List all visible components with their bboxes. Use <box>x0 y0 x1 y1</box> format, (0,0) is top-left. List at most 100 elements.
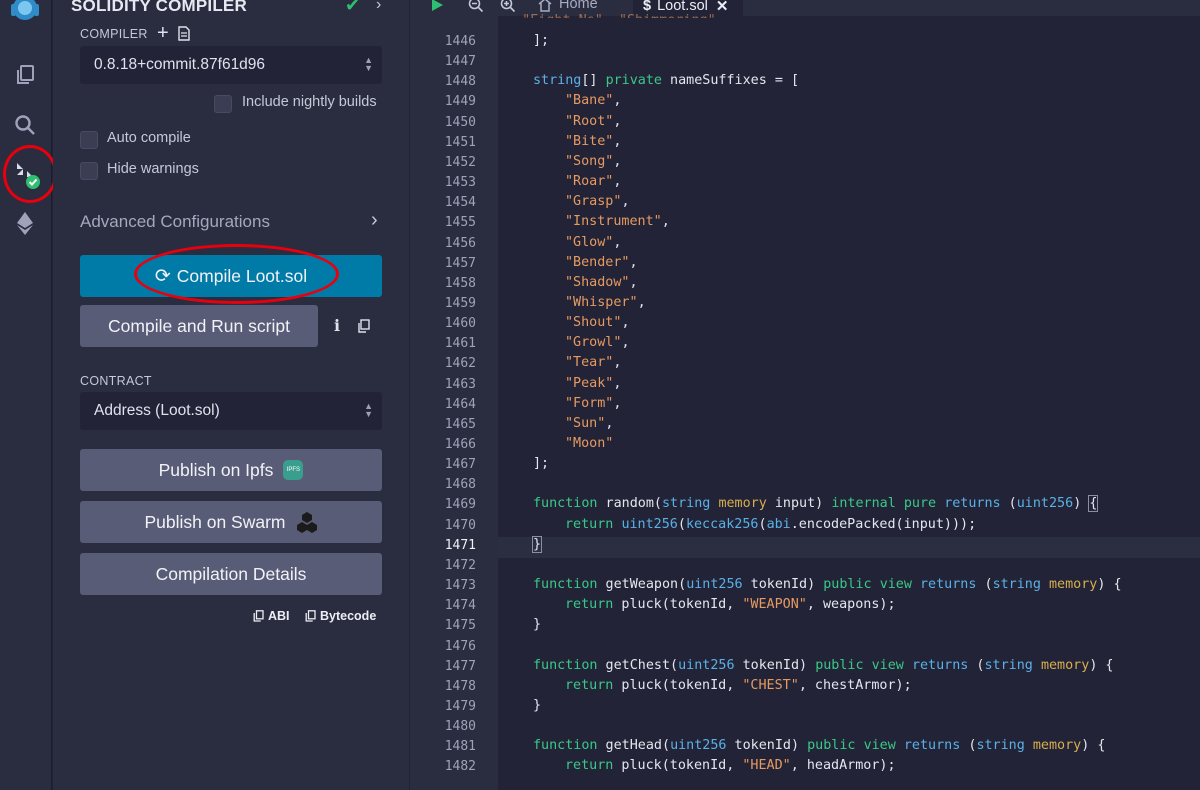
tab-home-label: Home <box>559 0 598 12</box>
icon-rail <box>0 0 57 790</box>
include-nightly-label: Include nightly builds <box>242 94 377 110</box>
line-number: 1458 <box>444 275 476 291</box>
line-number: 1463 <box>444 376 476 392</box>
publish-swarm-button[interactable]: Publish on Swarm <box>80 501 382 543</box>
tab-home[interactable]: Home <box>537 0 598 12</box>
code-line: ]; <box>533 33 550 48</box>
line-number: 1453 <box>444 175 476 191</box>
code-line: "Root", <box>565 113 622 129</box>
hide-warnings-checkbox[interactable] <box>80 162 98 180</box>
info-icon[interactable]: i <box>334 316 340 335</box>
compile-button-label: Compile Loot.sol <box>176 265 308 286</box>
line-number: 1454 <box>444 195 476 211</box>
line-number: 1456 <box>444 235 476 251</box>
auto-compile-checkbox[interactable] <box>80 131 98 149</box>
code-line: "Sun", <box>565 415 614 431</box>
file-explorer-icon[interactable] <box>8 58 42 92</box>
line-number: 1469 <box>444 497 476 513</box>
code-line: "Tear", <box>565 355 622 371</box>
zoom-in-icon[interactable] <box>500 0 516 13</box>
line-number: 1460 <box>444 316 476 332</box>
home-icon <box>538 0 552 12</box>
line-number: 1467 <box>444 457 476 473</box>
line-number: 1452 <box>444 154 476 170</box>
code-line: return pluck(tokenId, "CHEST", chestArmo… <box>565 677 912 693</box>
line-number: 1451 <box>444 134 476 150</box>
code-line: return pluck(tokenId, "WEAPON", weapons)… <box>565 597 896 613</box>
code-line: "Grasp", <box>565 194 630 210</box>
publish-swarm-label: Publish on Swarm <box>144 511 286 532</box>
line-number: 1470 <box>444 517 476 533</box>
code-editor[interactable]: Home $ Loot.sol ✕ "Eight Ns", "Shimmerin… <box>410 0 1200 790</box>
line-number: 1464 <box>444 396 476 412</box>
publish-ipfs-button[interactable]: Publish on Ipfs IPFS <box>80 449 382 491</box>
select-arrows-icon: ▲ ▼ <box>364 401 373 419</box>
code-line: "Whisper", <box>565 294 646 310</box>
code-line: return uint256(keccak256(abi.encodePacke… <box>565 516 977 532</box>
compile-run-button[interactable]: Compile and Run script <box>80 305 318 347</box>
line-number: 1466 <box>444 437 476 452</box>
close-tab-icon[interactable]: ✕ <box>716 0 729 15</box>
line-number: 1474 <box>444 598 476 614</box>
include-nightly-checkbox[interactable] <box>214 95 232 113</box>
bytecode-copy-link[interactable]: Bytecode <box>305 609 376 623</box>
search-icon[interactable] <box>8 108 42 142</box>
line-number: 1457 <box>444 255 476 271</box>
line-number: 1473 <box>444 578 476 594</box>
code-line: function getHead(uint256 tokenId) public… <box>533 738 1106 754</box>
run-script-icon[interactable] <box>430 0 444 12</box>
line-number: 1465 <box>444 416 476 432</box>
line-number: 1479 <box>444 698 476 714</box>
line-number: 1455 <box>444 215 476 231</box>
compiler-label: COMPILER <box>80 27 148 41</box>
code-line: "Form", <box>565 395 622 411</box>
code-line: "Instrument", <box>565 214 670 230</box>
line-number: 1449 <box>444 94 476 110</box>
line-number: 1459 <box>444 295 476 311</box>
code-line: function random(string memory input) int… <box>533 495 1099 513</box>
check-icon: ✔ <box>345 0 361 15</box>
chevron-right-icon[interactable]: › <box>371 209 378 232</box>
copy-icon <box>305 610 316 622</box>
code-line: "Roar", <box>565 174 622 190</box>
abi-label: ABI <box>268 609 290 623</box>
line-number: 1477 <box>444 658 476 674</box>
line-number: 1468 <box>444 477 476 493</box>
chevron-right-icon[interactable]: › <box>376 0 381 14</box>
auto-compile-label: Auto compile <box>107 130 191 146</box>
code-line: "Bite", <box>565 133 622 149</box>
line-number: 1476 <box>444 638 476 654</box>
copy-icon <box>253 610 264 622</box>
compiler-version-value: 0.8.18+commit.87f61d96 <box>94 56 266 73</box>
advanced-config-toggle[interactable]: Advanced Configurations <box>80 212 270 232</box>
zoom-out-icon[interactable] <box>468 0 484 13</box>
bytecode-label: Bytecode <box>320 609 377 623</box>
code-line: string[] private nameSuffixes = [ <box>533 73 800 89</box>
code-line: "Shout", <box>565 315 630 331</box>
line-number: 1475 <box>444 618 476 634</box>
code-line: "Shadow", <box>565 274 638 290</box>
abi-copy-link[interactable]: ABI <box>253 609 290 623</box>
document-icon[interactable] <box>178 26 190 41</box>
line-number: 1450 <box>444 114 476 130</box>
line-number: 1471 <box>444 537 476 553</box>
line-number: 1482 <box>444 759 476 775</box>
clipped-code-line: "Eight Ns", "Shimmering" <box>498 13 716 18</box>
current-line-highlight <box>498 537 1200 558</box>
line-number: 1472 <box>444 557 476 573</box>
compiler-version-select[interactable]: 0.8.18+commit.87f61d96 ▲ ▼ <box>80 46 382 84</box>
copy-icon[interactable] <box>357 319 370 333</box>
compile-button[interactable]: ⟳ Compile Loot.sol <box>80 255 382 297</box>
deploy-run-icon[interactable] <box>8 206 42 240</box>
add-compiler-icon[interactable]: + <box>157 22 169 45</box>
line-number: 1448 <box>444 74 476 90</box>
code-line: return pluck(tokenId, "HEAD", headArmor)… <box>565 758 896 774</box>
code-line: } <box>533 697 542 713</box>
remix-logo-icon[interactable] <box>8 0 42 28</box>
panel-title: SOLIDITY COMPILER <box>71 0 247 15</box>
solidity-compiler-icon[interactable] <box>8 158 42 192</box>
compilation-details-button[interactable]: Compilation Details <box>80 553 382 595</box>
code-line: "Song", <box>565 153 622 169</box>
tab-loot-sol-label: Loot.sol <box>657 0 708 14</box>
contract-select[interactable]: Address (Loot.sol) ▲ ▼ <box>80 392 382 430</box>
